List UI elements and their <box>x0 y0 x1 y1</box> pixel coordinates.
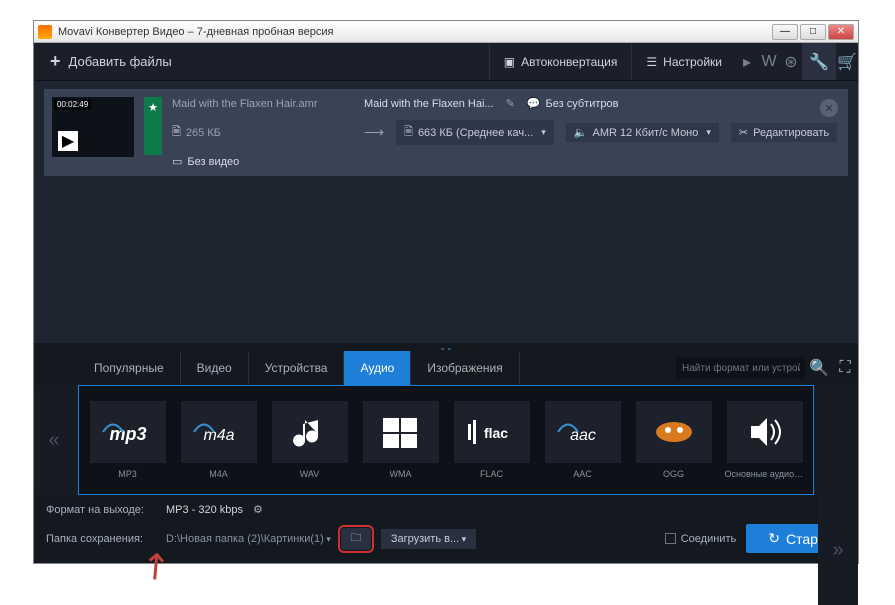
output-format-value: MP3 - 320 kbps <box>166 504 243 516</box>
cart-icon[interactable]: 🛒 <box>836 43 858 80</box>
tab-audio[interactable]: Аудио <box>344 351 411 385</box>
formats-next-button[interactable]: » <box>818 495 858 605</box>
collapse-handle[interactable]: ⌄⌄ <box>34 343 858 351</box>
format-search-input[interactable] <box>676 357 806 379</box>
expand-icon[interactable]: ⛶ <box>832 351 858 385</box>
globe-icon[interactable]: ⊛ <box>780 43 802 80</box>
remove-file-button[interactable]: ✕ <box>820 99 838 117</box>
upload-to-button[interactable]: Загрузить в... <box>381 529 476 549</box>
menu-icon: ☰ <box>646 55 657 69</box>
file-item[interactable]: 00:02:49 ▶ ★ Maid with the Flaxen Hair.a… <box>44 89 848 176</box>
checkbox-icon <box>665 533 676 544</box>
close-button[interactable]: ✕ <box>828 24 854 40</box>
minimize-button[interactable]: — <box>772 24 798 40</box>
doc-icon: 🗎 <box>404 123 413 142</box>
format-aac[interactable]: aacAAC <box>540 401 625 479</box>
no-video-info: ▭Без видео <box>172 155 239 168</box>
window-title: Movavi Конвертер Видео – 7-дневная пробн… <box>58 26 772 38</box>
autoconvert-button[interactable]: ▣ Автоконвертация <box>489 43 632 80</box>
scissors-icon: ✂ <box>739 126 748 139</box>
key-icon[interactable]: 🔧 <box>802 43 836 80</box>
size-in: 🗎265 КБ <box>172 123 352 142</box>
tab-images[interactable]: Изображения <box>411 351 519 385</box>
svg-text:aac: aac <box>570 427 596 444</box>
format-flac[interactable]: flacFLAC <box>449 401 534 479</box>
output-size-dropdown[interactable]: 🗎663 КБ (Среднее кач... <box>396 120 554 145</box>
output-folder-label: Папка сохранения: <box>46 533 156 545</box>
audio-format-dropdown[interactable]: 🔈AMR 12 Кбит/с Моно <box>566 123 719 142</box>
tab-popular[interactable]: Популярные <box>78 351 181 385</box>
edit-button[interactable]: ✂Редактировать <box>731 123 837 142</box>
add-files-button[interactable]: Добавить файлы <box>34 43 188 80</box>
format-wav[interactable]: WAV <box>267 401 352 479</box>
pencil-icon[interactable]: ✎ <box>506 97 515 110</box>
main-toolbar: Добавить файлы ▣ Автоконвертация ☰ Настр… <box>34 43 858 81</box>
video-icon: ▭ <box>172 155 182 168</box>
output-format-label: Формат на выходе: <box>46 504 156 516</box>
browse-folder-button[interactable]: 🗀 <box>341 528 371 550</box>
svg-text:m4a: m4a <box>203 427 234 444</box>
gear-icon[interactable]: ⚙ <box>253 503 263 516</box>
vk-icon[interactable]: W <box>758 43 780 80</box>
refresh-icon: ↻ <box>768 530 780 547</box>
svg-text:flac: flac <box>483 425 507 441</box>
speaker-icon: 🔈 <box>574 126 588 139</box>
doc-icon: 🗎 <box>172 123 181 142</box>
format-wma[interactable]: WMA <box>358 401 443 479</box>
format-m4a[interactable]: m4aM4A <box>176 401 261 479</box>
app-window: Movavi Конвертер Видео – 7-дневная пробн… <box>33 20 859 564</box>
star-badge: ★ <box>144 97 162 155</box>
formats-prev-button[interactable]: « <box>34 385 74 495</box>
format-basic-audio[interactable]: Основные аудиоф... <box>722 401 807 479</box>
camera-icon: ▣ <box>504 55 515 69</box>
settings-button[interactable]: ☰ Настройки <box>631 43 736 80</box>
subtitle-icon: 💬 <box>527 97 541 110</box>
app-icon <box>38 25 52 39</box>
duration-badge: 00:02:49 <box>54 99 91 110</box>
maximize-button[interactable]: □ <box>800 24 826 40</box>
youtube-icon[interactable]: ▸ <box>736 43 758 80</box>
format-mp3[interactable]: mp3MP3 <box>85 401 170 479</box>
file-thumbnail: 00:02:49 ▶ <box>52 97 134 157</box>
format-tabs: Популярные Видео Устройства Аудио Изобра… <box>34 351 858 385</box>
formats-list: mp3MP3 m4aM4A WAV WMA flacFLAC aacAAC OG… <box>78 385 814 495</box>
search-icon[interactable]: 🔍 <box>806 351 832 385</box>
file-name-out: Maid with the Flaxen Hai... <box>364 98 494 110</box>
play-icon[interactable]: ▶ <box>58 131 78 151</box>
subtitles-info[interactable]: 💬Без субтитров <box>527 97 619 110</box>
file-name: Maid with the Flaxen Hair.amr <box>172 98 352 110</box>
tab-devices[interactable]: Устройства <box>249 351 345 385</box>
svg-text:mp3: mp3 <box>109 424 146 444</box>
titlebar: Movavi Конвертер Видео – 7-дневная пробн… <box>34 21 858 43</box>
folder-icon: 🗀 <box>350 529 361 548</box>
tab-video[interactable]: Видео <box>181 351 249 385</box>
join-checkbox[interactable]: Соединить <box>665 533 737 545</box>
format-ogg[interactable]: OGG <box>631 401 716 479</box>
output-folder-dropdown[interactable]: D:\Новая папка (2)\Картинки(1) <box>166 533 331 545</box>
arrow-icon: ⟶ <box>364 124 384 141</box>
